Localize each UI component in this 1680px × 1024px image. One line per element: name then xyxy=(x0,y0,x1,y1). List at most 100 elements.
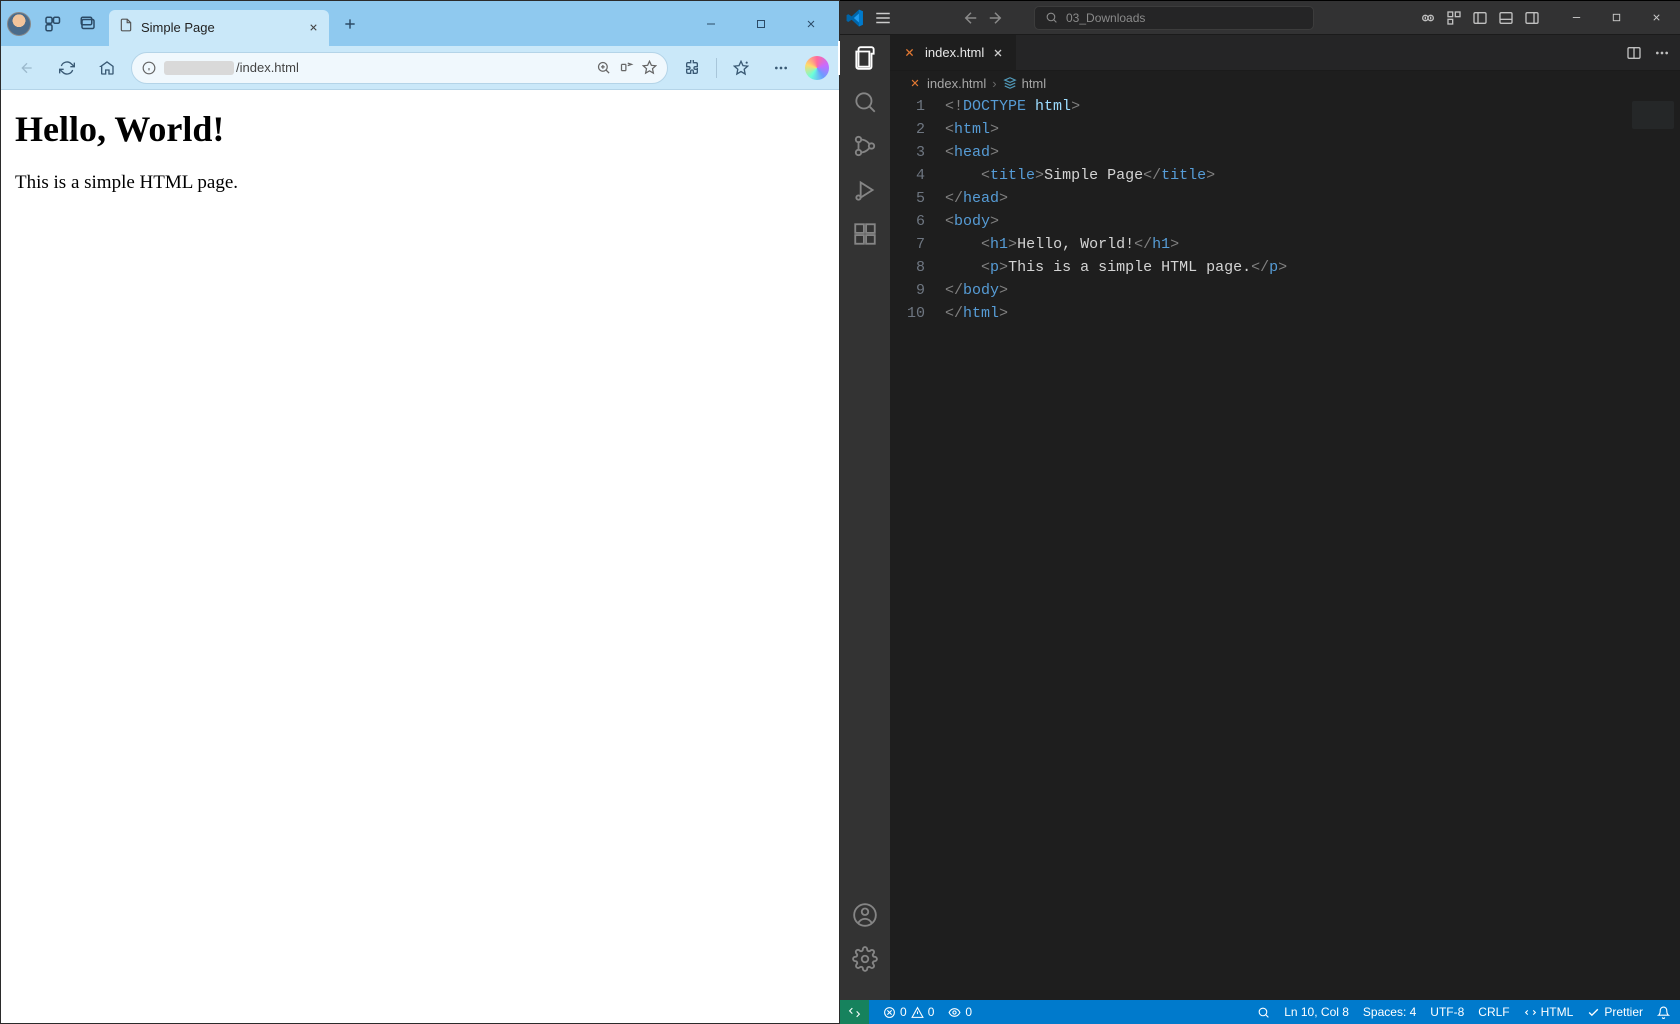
back-button[interactable] xyxy=(11,52,43,84)
profile-avatar[interactable] xyxy=(7,12,31,36)
status-prettier[interactable]: Prettier xyxy=(1587,1005,1643,1019)
status-eol[interactable]: CRLF xyxy=(1478,1005,1509,1019)
code-content[interactable]: <head> xyxy=(945,141,999,164)
extensions-view-icon[interactable] xyxy=(852,221,878,247)
toggle-panel-icon[interactable] xyxy=(1498,10,1514,26)
copilot-chat-icon[interactable] xyxy=(1420,10,1436,26)
refresh-button[interactable] xyxy=(51,52,83,84)
window-close-icon[interactable] xyxy=(789,9,833,39)
line-number: 9 xyxy=(890,279,945,302)
activity-bar xyxy=(840,35,890,1000)
command-center-text: 03_Downloads xyxy=(1066,11,1145,25)
run-debug-icon[interactable] xyxy=(852,177,878,203)
editor-tab-label: index.html xyxy=(925,45,984,60)
page-body: Hello, World! This is a simple HTML page… xyxy=(1,90,839,1023)
toolbar-divider xyxy=(716,58,717,78)
tab-close-icon[interactable] xyxy=(305,20,321,36)
nav-arrows xyxy=(962,9,1004,27)
tab-actions-icon[interactable] xyxy=(73,9,103,39)
split-editor-icon[interactable] xyxy=(1626,45,1642,61)
code-content[interactable]: </html> xyxy=(945,302,1008,325)
vsc-minimize-icon[interactable] xyxy=(1558,4,1594,32)
line-number: 6 xyxy=(890,210,945,233)
status-notifications-icon[interactable] xyxy=(1657,1006,1670,1019)
zoom-icon[interactable] xyxy=(596,60,611,75)
status-ports[interactable]: 0 xyxy=(948,1005,972,1019)
code-content[interactable]: <p>This is a simple HTML page.</p> xyxy=(945,256,1287,279)
code-line[interactable]: 6<body> xyxy=(890,210,1680,233)
page-heading: Hello, World! xyxy=(15,108,825,150)
crumb-node[interactable]: html xyxy=(1003,76,1047,91)
vscode-window: 03_Downloads xyxy=(840,0,1680,1024)
line-number: 8 xyxy=(890,256,945,279)
source-control-icon[interactable] xyxy=(852,133,878,159)
toggle-secondary-icon[interactable] xyxy=(1524,10,1540,26)
browser-tab[interactable]: Simple Page xyxy=(109,10,329,46)
status-problems[interactable]: 0 0 xyxy=(883,1005,934,1019)
vsc-close-icon[interactable] xyxy=(1638,4,1674,32)
code-line[interactable]: 5</head> xyxy=(890,187,1680,210)
vsc-maximize-icon[interactable] xyxy=(1598,4,1634,32)
code-line[interactable]: 10</html> xyxy=(890,302,1680,325)
status-bar: 0 0 0 Ln 10, Col 8 Spaces: 4 UTF-8 CRLF … xyxy=(840,1000,1680,1024)
status-encoding[interactable]: UTF-8 xyxy=(1430,1005,1464,1019)
settings-gear-icon[interactable] xyxy=(852,946,878,972)
breadcrumb[interactable]: index.html › html xyxy=(890,71,1680,95)
line-number: 10 xyxy=(890,302,945,325)
line-number: 1 xyxy=(890,95,945,118)
status-language[interactable]: HTML xyxy=(1524,1005,1574,1019)
editor-tab[interactable]: index.html xyxy=(890,35,1017,70)
nav-back-icon[interactable] xyxy=(962,9,980,27)
code-content[interactable]: <body> xyxy=(945,210,999,233)
vscode-titlebar: 03_Downloads xyxy=(840,1,1680,35)
window-maximize-icon[interactable] xyxy=(739,9,783,39)
code-editor[interactable]: 1<!DOCTYPE html>2<html>3<head>4 <title>S… xyxy=(890,95,1680,1000)
code-line[interactable]: 1<!DOCTYPE html> xyxy=(890,95,1680,118)
hamburger-menu-icon[interactable] xyxy=(874,9,892,27)
code-line[interactable]: 3<head> xyxy=(890,141,1680,164)
minimap[interactable] xyxy=(1632,101,1674,129)
tab-strip: Simple Page xyxy=(1,1,839,46)
status-zoom[interactable] xyxy=(1257,1006,1270,1019)
site-info-icon[interactable] xyxy=(142,61,156,75)
layout-customize-icon[interactable] xyxy=(1446,10,1462,26)
toggle-sidebar-icon[interactable] xyxy=(1472,10,1488,26)
code-line[interactable]: 2<html> xyxy=(890,118,1680,141)
editor-tab-strip: index.html xyxy=(890,35,1680,71)
favorite-icon[interactable] xyxy=(642,60,657,75)
code-content[interactable]: </head> xyxy=(945,187,1008,210)
editor-more-icon[interactable] xyxy=(1654,45,1670,61)
favorites-icon[interactable] xyxy=(725,52,757,84)
status-spaces[interactable]: Spaces: 4 xyxy=(1363,1005,1416,1019)
code-line[interactable]: 7 <h1>Hello, World!</h1> xyxy=(890,233,1680,256)
line-number: 7 xyxy=(890,233,945,256)
address-bar[interactable]: /index.html xyxy=(131,52,668,84)
command-center[interactable]: 03_Downloads xyxy=(1034,6,1314,30)
new-tab-button[interactable] xyxy=(335,9,365,39)
explorer-icon[interactable] xyxy=(852,45,878,71)
code-content[interactable]: <title>Simple Page</title> xyxy=(945,164,1215,187)
editor-tab-close-icon[interactable] xyxy=(992,47,1004,59)
line-number: 4 xyxy=(890,164,945,187)
crumb-file[interactable]: index.html xyxy=(908,76,986,91)
extensions-icon[interactable] xyxy=(676,52,708,84)
nav-forward-icon[interactable] xyxy=(986,9,1004,27)
window-minimize-icon[interactable] xyxy=(689,9,733,39)
workspaces-icon[interactable] xyxy=(37,9,67,39)
code-line[interactable]: 4 <title>Simple Page</title> xyxy=(890,164,1680,187)
address-text: /index.html xyxy=(164,60,588,75)
code-content[interactable]: <h1>Hello, World!</h1> xyxy=(945,233,1179,256)
code-content[interactable]: </body> xyxy=(945,279,1008,302)
code-line[interactable]: 8 <p>This is a simple HTML page.</p> xyxy=(890,256,1680,279)
search-icon[interactable] xyxy=(852,89,878,115)
more-icon[interactable] xyxy=(765,52,797,84)
read-aloud-icon[interactable] xyxy=(619,60,634,75)
accounts-icon[interactable] xyxy=(852,902,878,928)
code-line[interactable]: 9</body> xyxy=(890,279,1680,302)
code-content[interactable]: <!DOCTYPE html> xyxy=(945,95,1080,118)
code-content[interactable]: <html> xyxy=(945,118,999,141)
copilot-icon[interactable] xyxy=(805,56,829,80)
status-cursor[interactable]: Ln 10, Col 8 xyxy=(1284,1005,1349,1019)
remote-indicator[interactable] xyxy=(840,1000,869,1024)
home-button[interactable] xyxy=(91,52,123,84)
